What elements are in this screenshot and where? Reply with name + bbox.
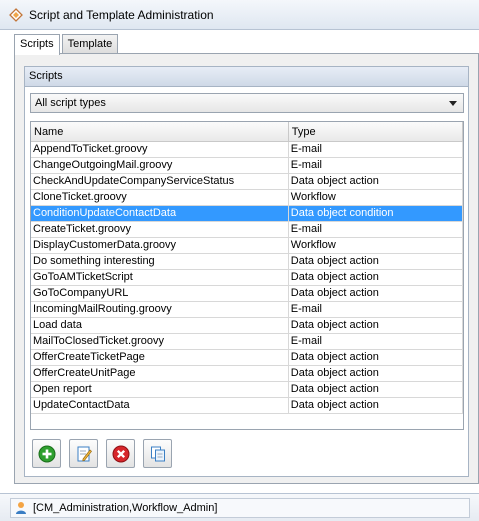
- cell-name: Open report: [31, 382, 289, 397]
- table-row[interactable]: IncomingMailRouting.groovy E-mail: [31, 302, 463, 318]
- table-row[interactable]: OfferCreateUnitPage Data object action: [31, 366, 463, 382]
- app-icon: [8, 7, 24, 23]
- cell-type: E-mail: [289, 158, 463, 173]
- cell-type: Workflow: [289, 238, 463, 253]
- cell-name: ChangeOutgoingMail.groovy: [31, 158, 289, 173]
- table-row[interactable]: OfferCreateTicketPage Data object action: [31, 350, 463, 366]
- table-row[interactable]: DisplayCustomerData.groovy Workflow: [31, 238, 463, 254]
- add-icon: [38, 445, 55, 462]
- edit-script-button[interactable]: [69, 439, 98, 468]
- column-header-name[interactable]: Name: [31, 122, 289, 142]
- cell-type: E-mail: [289, 334, 463, 349]
- table-row[interactable]: MailToClosedTicket.groovy E-mail: [31, 334, 463, 350]
- delete-icon: [112, 445, 129, 462]
- table-row[interactable]: ChangeOutgoingMail.groovy E-mail: [31, 158, 463, 174]
- window-title: Script and Template Administration: [29, 7, 214, 22]
- edit-icon: [77, 446, 92, 461]
- status-panel: [CM_Administration,Workflow_Admin]: [10, 497, 470, 518]
- status-bar: [CM_Administration,Workflow_Admin]: [0, 493, 479, 521]
- group-header: Scripts: [25, 67, 468, 87]
- table-row[interactable]: Do something interesting Data object acti…: [31, 254, 463, 270]
- cell-type: Data object action: [289, 366, 463, 381]
- table-row[interactable]: Open report Data object action: [31, 382, 463, 398]
- chevron-down-icon: [449, 100, 457, 106]
- cell-name: IncomingMailRouting.groovy: [31, 302, 289, 317]
- cell-name: CreateTicket.groovy: [31, 222, 289, 237]
- tab-panel: Scripts All script types Name Type Appen…: [14, 53, 479, 484]
- copy-icon: [150, 446, 165, 461]
- cell-name: GoToAMTicketScript: [31, 270, 289, 285]
- cell-name: Do something interesting: [31, 254, 289, 269]
- cell-type: Data object action: [289, 398, 463, 413]
- cell-name: GoToCompanyURL: [31, 286, 289, 301]
- table-row[interactable]: Load data Data object action: [31, 318, 463, 334]
- cell-type: Data object action: [289, 174, 463, 189]
- add-script-button[interactable]: [32, 439, 61, 468]
- cell-type: Data object action: [289, 270, 463, 285]
- cell-type: E-mail: [289, 302, 463, 317]
- table-row[interactable]: UpdateContactData Data object action: [31, 398, 463, 414]
- cell-type: E-mail: [289, 142, 463, 157]
- cell-name: MailToClosedTicket.groovy: [31, 334, 289, 349]
- delete-script-button[interactable]: [106, 439, 135, 468]
- title-bar: Script and Template Administration: [0, 0, 479, 30]
- table-header: Name Type: [31, 122, 463, 142]
- table-row[interactable]: GoToCompanyURL Data object action: [31, 286, 463, 302]
- tab-template[interactable]: Template: [61, 34, 119, 54]
- cell-type: Data object action: [289, 254, 463, 269]
- cell-name: ConditionUpdateContactData: [31, 206, 289, 221]
- cell-type: Data object action: [289, 382, 463, 397]
- cell-type: Data object action: [289, 318, 463, 333]
- column-header-type[interactable]: Type: [289, 122, 463, 142]
- table-row[interactable]: CreateTicket.groovy E-mail: [31, 222, 463, 238]
- table-row[interactable]: GoToAMTicketScript Data object action: [31, 270, 463, 286]
- tab-strip: Scripts Template: [14, 34, 120, 55]
- cell-name: OfferCreateUnitPage: [31, 366, 289, 381]
- cell-type: E-mail: [289, 222, 463, 237]
- action-toolbar: [32, 439, 180, 468]
- cell-name: DisplayCustomerData.groovy: [31, 238, 289, 253]
- scripts-group: Scripts All script types Name Type Appen…: [24, 66, 469, 477]
- cell-name: UpdateContactData: [31, 398, 289, 413]
- cell-name: AppendToTicket.groovy: [31, 142, 289, 157]
- scripts-table: Name Type AppendToTicket.groovy E-mail Cha…: [30, 121, 464, 430]
- copy-script-button[interactable]: [143, 439, 172, 468]
- table-row[interactable]: ConditionUpdateContactData Data object co…: [31, 206, 463, 222]
- user-roles: [CM_Administration,Workflow_Admin]: [33, 501, 218, 514]
- cell-type: Data object condition: [289, 206, 463, 221]
- cell-name: OfferCreateTicketPage: [31, 350, 289, 365]
- cell-name: Load data: [31, 318, 289, 333]
- cell-type: Data object action: [289, 286, 463, 301]
- cell-name: CheckAndUpdateCompanyServiceStatus: [31, 174, 289, 189]
- dropdown-value: All script types: [35, 97, 106, 109]
- table-row[interactable]: AppendToTicket.groovy E-mail: [31, 142, 463, 158]
- cell-type: Data object action: [289, 350, 463, 365]
- cell-name: CloneTicket.groovy: [31, 190, 289, 205]
- table-row[interactable]: CloneTicket.groovy Workflow: [31, 190, 463, 206]
- table-body: AppendToTicket.groovy E-mail ChangeOutgoin…: [31, 142, 463, 414]
- cell-type: Workflow: [289, 190, 463, 205]
- tab-scripts[interactable]: Scripts: [14, 34, 60, 55]
- script-type-dropdown[interactable]: All script types: [30, 93, 464, 113]
- user-icon: [15, 501, 27, 515]
- table-row[interactable]: CheckAndUpdateCompanyServiceStatus Data o…: [31, 174, 463, 190]
